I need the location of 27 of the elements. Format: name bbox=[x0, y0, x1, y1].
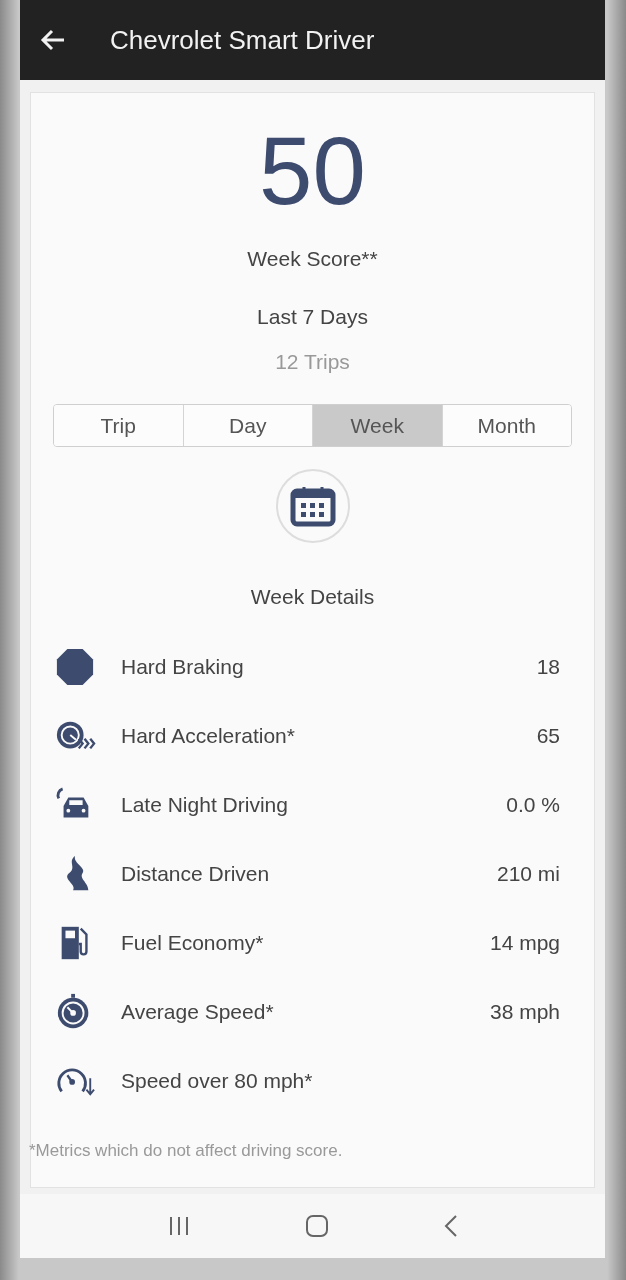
metric-label: Average Speed* bbox=[121, 999, 274, 1026]
period-label: Last 7 Days bbox=[257, 303, 368, 330]
recent-apps-icon[interactable] bbox=[167, 1216, 190, 1236]
metric-label: Hard Braking bbox=[121, 654, 244, 681]
metric-label: Distance Driven bbox=[121, 861, 270, 888]
score-label: Week Score** bbox=[247, 246, 378, 272]
metric-label: Speed over 80 mph* bbox=[121, 1068, 313, 1095]
metric-value: 18 bbox=[536, 654, 561, 681]
home-icon[interactable] bbox=[304, 1214, 329, 1238]
back-icon[interactable] bbox=[443, 1214, 458, 1238]
calendar-icon bbox=[289, 485, 336, 527]
metric-value: 65 bbox=[536, 723, 561, 750]
details-title: Week Details bbox=[250, 584, 375, 610]
metric-value: 38 mph bbox=[489, 999, 561, 1026]
metric-label: Late Night Driving bbox=[121, 792, 288, 819]
footnote: *Metrics which do not affect driving score. bbox=[29, 1139, 343, 1162]
metric-label: Hard Acceleration* bbox=[121, 723, 295, 750]
metric-label: Fuel Economy* bbox=[121, 930, 264, 957]
metric-value: 0.0 % bbox=[506, 792, 561, 819]
trips-count: 12 Trips bbox=[275, 349, 350, 375]
period-tab[interactable]: Month bbox=[441, 404, 571, 446]
period-tab[interactable]: Week bbox=[312, 404, 442, 446]
metric-value: 14 mpg bbox=[489, 930, 561, 957]
score-value: 50 bbox=[259, 123, 366, 219]
back-arrow-icon[interactable] bbox=[40, 29, 66, 51]
app-title: Chevrolet Smart Driver bbox=[110, 23, 375, 57]
metric-value: 210 mi bbox=[496, 861, 561, 888]
